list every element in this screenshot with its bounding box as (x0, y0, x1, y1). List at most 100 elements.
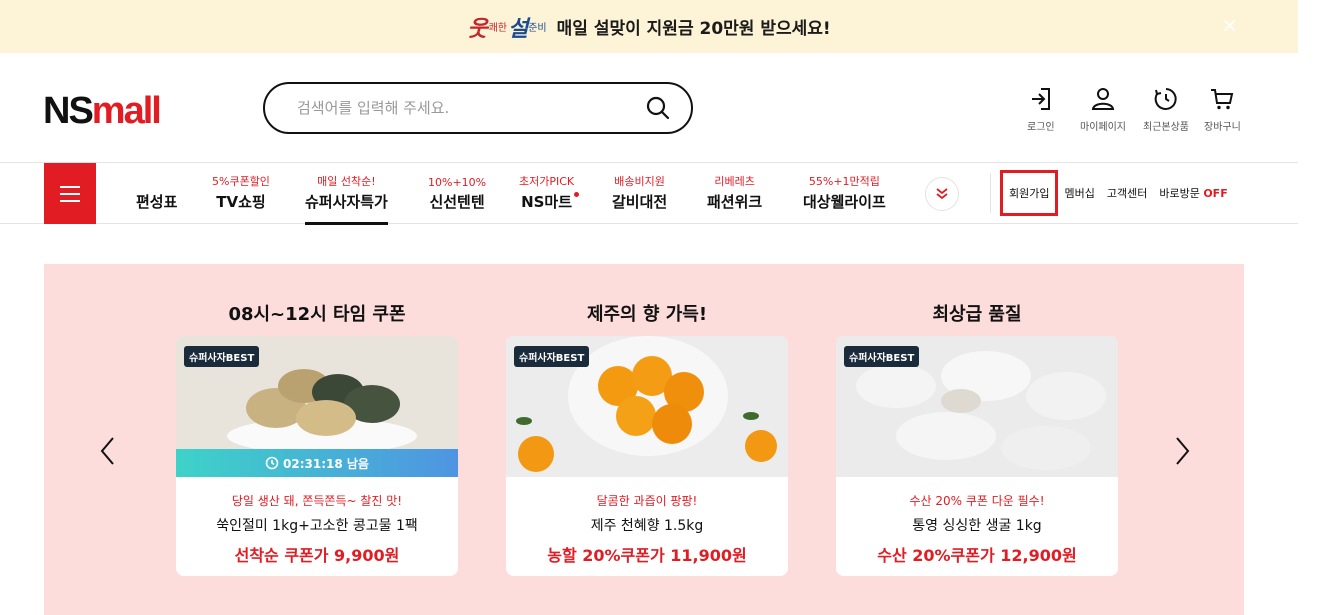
login-label: 로그인 (1027, 122, 1055, 133)
best-badge: 슈퍼사자BEST (844, 346, 920, 367)
logo-mall: mall (91, 90, 162, 132)
product-image-oyster: 슈퍼사자BEST (836, 336, 1118, 477)
nav-tag: 5%쿠폰할인 (212, 175, 270, 188)
card-info: 달콤한 과즙이 팡팡! 제주 천혜향 1.5kg 농할 20%쿠폰가 11,90… (506, 477, 788, 566)
cart-label: 장바구니 (1204, 122, 1241, 133)
card-subtitle: 당일 생산 돼, 쫀득쫀득~ 찰진 맛! (231, 494, 403, 508)
recent-items-label: 최근본상품 (1143, 122, 1189, 133)
mypage-button[interactable]: 마이페이지 (1080, 86, 1126, 133)
card-subtitle: 수산 20% 쿠폰 다운 필수! (909, 494, 1045, 508)
promo-banner-text: 매일 설맞이 지원금 20만원 받으세요! (556, 19, 831, 39)
nav-tag: 초저가PICK (519, 175, 575, 188)
product-name: 쑥인절미 1kg+고소한 콩고물 1팩 (216, 518, 418, 534)
best-badge: 슈퍼사자BEST (184, 346, 260, 367)
more-categories-button[interactable] (925, 177, 959, 211)
promo-card[interactable]: 제주의 향 가득! 슈퍼사자BEST 달콤한 과즙이 팡팡! 제주 천혜향 1.… (506, 300, 788, 576)
nav-label: 신선텐텐 (429, 193, 485, 211)
product-image-rice-cake: 슈퍼사자BEST 02:31:18 남음 (176, 336, 458, 477)
card-body[interactable]: 슈퍼사자BEST 02:31:18 남음 당일 생산 돼, 쫀득쫀득~ 찰진 맛… (176, 336, 458, 576)
header: NSmall 로그인 마이페이지 최근본상품 (0, 53, 1298, 163)
card-info: 당일 생산 돼, 쫀득쫀득~ 찰진 맛! 쑥인절미 1kg+고소한 콩고물 1팩… (176, 477, 458, 566)
global-navigation: 편성표 5%쿠폰할인 TV쇼핑 매일 선착순! 슈퍼사자특가 10%+10% 신… (0, 162, 1298, 225)
countdown-timer: 02:31:18 남음 (176, 449, 458, 477)
card-body[interactable]: 슈퍼사자BEST 달콤한 과즙이 팡팡! 제주 천혜향 1.5kg 농할 20%… (506, 336, 788, 576)
nav-label: 대상웰라이프 (803, 193, 886, 211)
promo-carousel: 08시~12시 타임 쿠폰 슈퍼사자BEST 02:31:18 남음 당일 생산… (44, 264, 1244, 615)
nav-tag: 55%+1만적립 (808, 175, 880, 188)
login-icon (1031, 88, 1050, 110)
user-icon (1091, 88, 1115, 110)
promo-event-logo: 웃 쾌한 설 준비 (467, 11, 546, 43)
hamburger-icon-line (60, 185, 80, 188)
recent-icon (1154, 88, 1177, 110)
promo-logo-part: 준비 (528, 23, 547, 34)
card-body[interactable]: 슈퍼사자BEST 수산 20% 쿠폰 다운 필수! 통영 싱싱한 생굴 1kg … (836, 336, 1118, 576)
membership-link[interactable]: 멤버십 (1064, 185, 1094, 201)
close-icon[interactable]: × (1221, 13, 1238, 37)
product-name: 통영 싱싱한 생굴 1kg (912, 518, 1042, 534)
nav-label: 패션위크 (707, 193, 763, 211)
visit-state: OFF (1203, 187, 1228, 200)
visit-label: 바로방문 (1159, 187, 1200, 200)
card-title: 최상급 품질 (932, 304, 1022, 325)
nav-item-ns-mart[interactable]: 초저가PICK NS마트 (519, 163, 580, 224)
nav-tag: 매일 선착순! (317, 175, 376, 188)
cart-button[interactable]: 장바구니 (1204, 86, 1241, 133)
search-bar (263, 82, 693, 134)
mypage-label: 마이페이지 (1080, 122, 1126, 133)
product-image-tangerine: 슈퍼사자BEST (506, 336, 788, 477)
nav-label: 갈비대전 (612, 193, 668, 211)
product-price: 농할 20%쿠폰가 11,900원 (547, 546, 747, 565)
nav-tag: 배송비지원 (614, 175, 665, 188)
card-title: 제주의 향 가득! (586, 304, 708, 325)
join-link[interactable]: 회원가입 (1000, 170, 1059, 216)
timer-text: 02:31:18 남음 (283, 456, 369, 471)
nav-label-wrap: NS마트 (521, 191, 580, 212)
nav-item-galbi[interactable]: 배송비지원 갈비대전 (612, 163, 667, 224)
logo-ns: NS (43, 90, 94, 132)
nav-label: 슈퍼사자특가 (305, 193, 388, 211)
hamburger-icon-line (60, 192, 80, 195)
promo-card[interactable]: 최상급 품질 슈퍼사자BEST 수산 20% 쿠폰 다운 필수! 통영 싱싱한 … (836, 300, 1118, 576)
gnb-right-links: 회원가입 멤버십 고객센터 바로방문 OFF (1000, 170, 1240, 216)
product-price: 선착순 쿠폰가 9,900원 (234, 546, 400, 565)
nav-item-super-lion[interactable]: 매일 선착순! 슈퍼사자특가 (305, 163, 388, 225)
promo-logo-part: 웃 (467, 16, 488, 42)
hamburger-icon-line (60, 199, 80, 202)
nav-item-fresh-tenten[interactable]: 10%+10% 신선텐텐 (428, 163, 486, 224)
best-badge: 슈퍼사자BEST (514, 346, 590, 367)
visit-toggle[interactable]: 바로방문 OFF (1159, 185, 1227, 201)
nav-tag: 10%+10% (428, 176, 487, 189)
promo-card[interactable]: 08시~12시 타임 쿠폰 슈퍼사자BEST 02:31:18 남음 당일 생산… (176, 300, 458, 576)
search-input[interactable] (297, 99, 645, 117)
category-menu-button[interactable] (44, 163, 96, 224)
top-promo-banner[interactable]: 웃 쾌한 설 준비 매일 설맞이 지원금 20만원 받으세요! × (0, 0, 1298, 53)
card-title: 08시~12시 타임 쿠폰 (228, 304, 406, 325)
promo-logo-part: 설 (507, 16, 529, 42)
recent-items-button[interactable]: 최근본상품 (1143, 86, 1189, 133)
nav-tag: 리베레츠 (714, 175, 755, 188)
divider (990, 173, 991, 213)
nav-item-tv-shopping[interactable]: 5%쿠폰할인 TV쇼핑 (212, 163, 270, 224)
card-subtitle: 달콤한 과즙이 팡팡! (596, 494, 698, 508)
promo-logo-part: 쾌한 (488, 23, 507, 34)
nav-item-fashion-week[interactable]: 리베레츠 패션위크 (707, 163, 762, 224)
nav-label: 편성표 (136, 193, 178, 211)
new-dot-icon (574, 192, 580, 197)
nav-label: NS마트 (521, 193, 573, 211)
nav-label: TV쇼핑 (216, 193, 266, 211)
nsmall-logo[interactable]: NSmall (43, 90, 162, 133)
customer-center-link[interactable]: 고객센터 (1107, 185, 1147, 201)
card-info: 수산 20% 쿠폰 다운 필수! 통영 싱싱한 생굴 1kg 수산 20%쿠폰가… (836, 477, 1118, 566)
login-button[interactable]: 로그인 (1027, 86, 1055, 133)
product-price: 수산 20%쿠폰가 12,900원 (877, 546, 1077, 565)
chevron-right-icon[interactable] (1170, 434, 1194, 468)
nav-item-schedule[interactable]: 편성표 (136, 163, 177, 224)
chevron-left-icon[interactable] (96, 434, 120, 468)
nav-item-daesang[interactable]: 55%+1만적립 대상웰라이프 (803, 163, 886, 224)
clock-icon (265, 456, 279, 470)
search-icon[interactable] (645, 95, 671, 121)
cart-icon (1211, 89, 1234, 110)
chevron-down-icon (936, 188, 948, 200)
product-name: 제주 천혜향 1.5kg (590, 518, 704, 534)
